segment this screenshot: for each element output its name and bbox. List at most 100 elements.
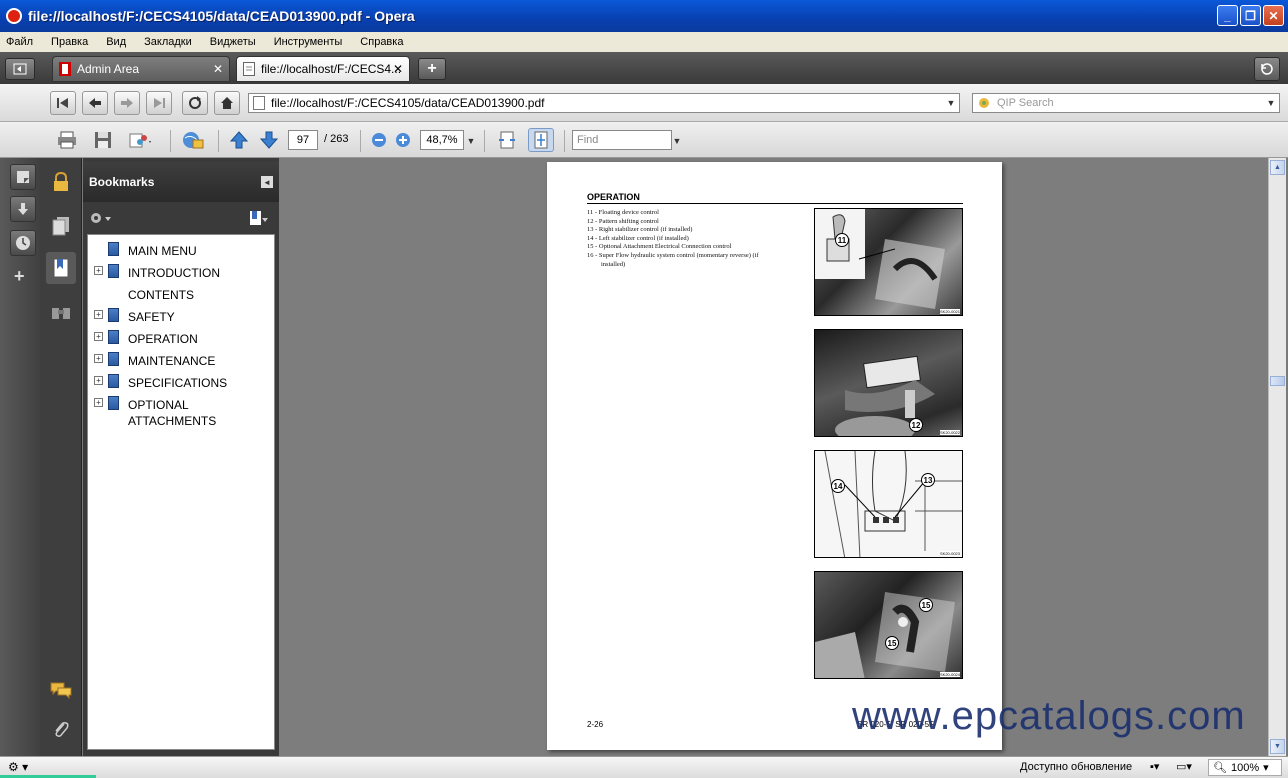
panel-toggle-icon [13,63,27,75]
comments-button[interactable] [46,674,76,706]
security-button[interactable] [46,166,76,198]
closed-tabs-trash-button[interactable] [1254,57,1280,81]
zoom-dropdown-icon[interactable]: ▼ [464,132,478,150]
bookmark-contents[interactable]: CONTENTS [88,285,274,307]
toolbar-separator [360,130,361,152]
bookmark-label: SAFETY [128,310,175,324]
fit-width-button[interactable] [494,128,520,152]
transfers-panel-button[interactable] [10,196,36,222]
opera-panel-strip: + [0,158,40,756]
attachments-button[interactable] [46,714,76,746]
address-field[interactable]: file://localhost/F:/CECS4105/data/CEAD01… [248,93,960,113]
address-dropdown-icon[interactable]: ▼ [944,94,958,112]
search-dropdown-icon[interactable]: ▼ [1264,94,1278,112]
expand-icon[interactable]: + [94,266,103,275]
history-panel-button[interactable] [10,230,36,256]
menu-view[interactable]: Вид [106,36,126,48]
photo-stabilizer-controls: 14 13 SK20-0023 [814,450,963,558]
maximize-button[interactable]: ❐ [1240,5,1261,26]
callout-number: 13 [921,473,935,487]
scroll-thumb[interactable] [1270,376,1285,386]
scroll-up-icon[interactable]: ▲ [1270,160,1285,175]
bookmarks-button[interactable] [46,252,76,284]
expand-icon[interactable]: + [94,376,103,385]
bookmark-operation[interactable]: + OPERATION [88,329,274,351]
collaborate-button[interactable] [180,128,206,152]
forward-button[interactable] [114,91,140,115]
bookmark-maintenance[interactable]: + MAINTENANCE [88,351,274,373]
callout-number: 15 [919,598,933,612]
expand-icon[interactable]: + [94,398,103,407]
options-gear-icon[interactable] [89,211,113,225]
tab-close-icon[interactable]: ✕ [213,62,223,76]
unite-icon[interactable]: ▪▾ [1150,760,1159,773]
view-options-icon[interactable]: ▭▾ [1176,760,1192,773]
opera-logo-icon[interactable] [6,8,22,24]
menu-tools[interactable]: Инструменты [274,36,343,48]
menu-edit[interactable]: Правка [51,36,88,48]
bookmark-main-menu[interactable]: MAIN MENU [88,241,274,263]
search-button[interactable] [46,296,76,328]
bookmark-specifications[interactable]: + SPECIFICATIONS [88,373,274,395]
bookmark-icon [53,258,69,278]
legend-item: 11 - Floating device control [587,209,659,216]
speed-dial-icon[interactable]: ⚙ ▾ [8,760,28,774]
update-available-text[interactable]: Доступно обновление [1020,761,1132,773]
minimize-button[interactable]: _ [1217,5,1238,26]
bookmark-optional-attachments[interactable]: + OPTIONAL ATTACHMENTS [88,395,274,433]
zoom-level-input[interactable]: 48,7% [420,130,464,150]
previous-page-button[interactable] [226,128,252,152]
search-field[interactable]: QIP Search [972,93,1280,113]
new-tab-button[interactable]: + [418,58,446,80]
expand-icon[interactable]: + [94,354,103,363]
close-button[interactable]: ✕ [1263,5,1284,26]
next-page-button[interactable] [256,128,282,152]
bookmark-safety[interactable]: + SAFETY [88,307,274,329]
find-input[interactable]: Find [572,130,672,150]
expand-icon[interactable]: + [94,310,103,319]
zoom-in-button[interactable] [390,128,416,152]
menu-file[interactable]: Файл [6,36,33,48]
home-button[interactable] [214,91,240,115]
zoom-out-button[interactable] [366,128,392,152]
share-button[interactable] [128,128,154,152]
pages-button[interactable] [46,210,76,242]
vertical-scrollbar[interactable]: ▲ ▼ [1268,158,1286,756]
fast-forward-button[interactable] [146,91,172,115]
bookmark-label: OPTIONAL ATTACHMENTS [128,398,217,428]
bookmark-introduction[interactable]: + INTRODUCTION [88,263,274,285]
zoom-control[interactable]: 🔍︎ 100% ▾ [1208,759,1282,776]
reload-button[interactable] [182,91,208,115]
back-button[interactable] [82,91,108,115]
print-button[interactable] [54,128,80,152]
rewind-button[interactable] [50,91,76,115]
bookmarks-tree: MAIN MENU + INTRODUCTION CONTENTS + SAFE… [87,234,275,750]
find-dropdown-icon[interactable]: ▼ [670,132,684,150]
save-button[interactable] [90,128,116,152]
photo-code: SK20-0021 [939,309,960,314]
home-icon [221,97,233,109]
expand-icon[interactable]: + [94,332,103,341]
tab-close-icon[interactable]: ✕ [393,62,403,76]
notes-panel-button[interactable] [10,164,36,190]
add-panel-icon[interactable]: + [14,266,25,287]
bookmarks-title: Bookmarks [89,175,155,189]
paperclip-icon [55,722,69,737]
bookmark-icon [108,264,119,278]
fit-page-button[interactable] [528,128,554,152]
menu-bookmarks[interactable]: Закладки [144,36,192,48]
tab-cycler-button[interactable] [5,58,35,80]
legend-item: 16 - Super Flow hydraulic system control… [587,251,759,259]
bookmark-label: CONTENTS [128,288,194,302]
tab-admin-area[interactable]: Admin Area ✕ [52,56,230,82]
scroll-down-icon[interactable]: ▼ [1270,739,1285,754]
collapse-panel-button[interactable]: ◄ [261,176,273,188]
menu-widgets[interactable]: Виджеты [210,36,256,48]
machine-photo-2 [835,355,935,436]
bookmark-label: MAINTENANCE [128,354,216,368]
tab-pdf-file[interactable]: file://localhost/F:/CECS4... ✕ [236,56,410,82]
menu-help[interactable]: Справка [360,36,403,48]
new-bookmark-icon[interactable] [249,210,269,226]
undo-icon [1261,63,1273,75]
page-number-input[interactable]: 97 [288,130,318,150]
